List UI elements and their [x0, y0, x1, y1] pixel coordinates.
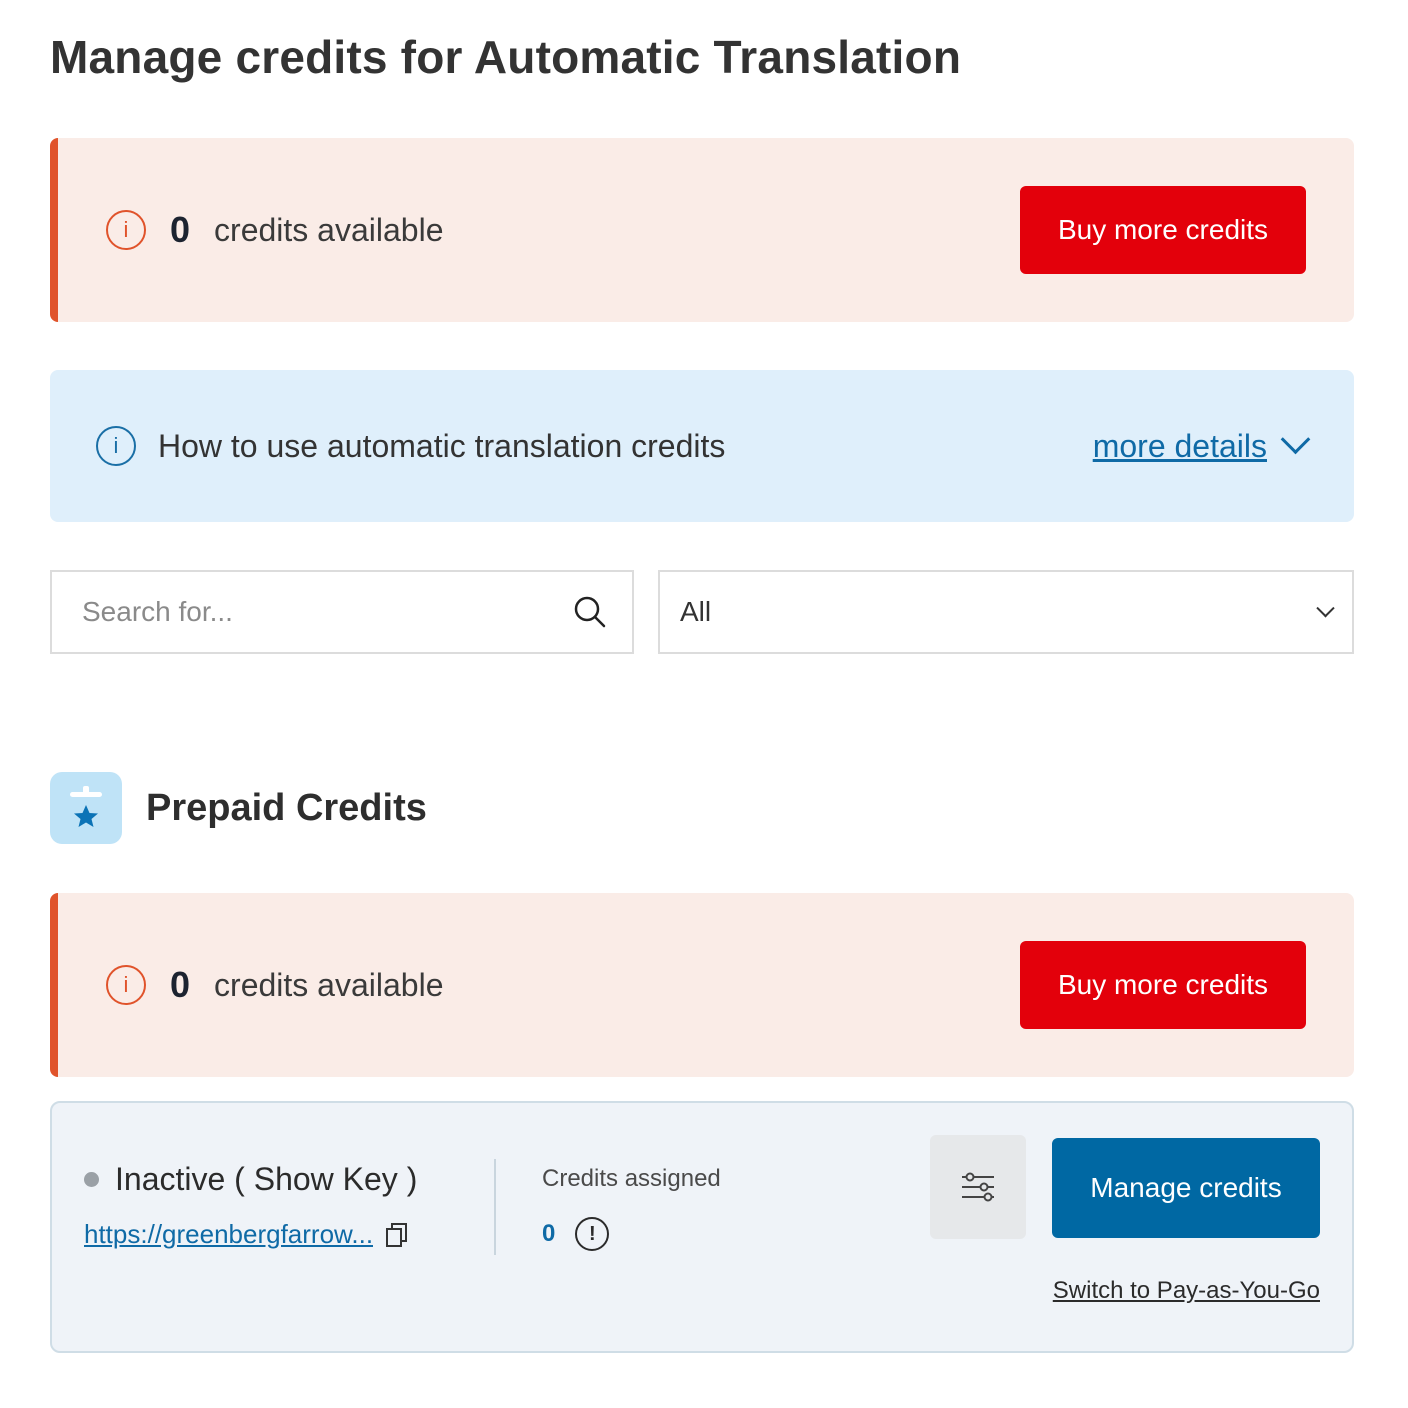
switch-to-payg-link[interactable]: Switch to Pay-as-You-Go — [1053, 1277, 1320, 1305]
more-details-link[interactable]: more details — [1093, 428, 1267, 465]
prepaid-section-header: Prepaid Credits — [50, 772, 427, 844]
settings-button[interactable] — [930, 1135, 1026, 1239]
copy-icon[interactable] — [385, 1222, 409, 1248]
status-row: Inactive ( Show Key ) — [84, 1161, 417, 1198]
credits-summary-notice: i 0 credits available Buy more credits — [50, 138, 1354, 322]
how-to-use-info: i How to use automatic translation credi… — [50, 370, 1354, 522]
site-link-row: https://greenbergfarrow... — [84, 1219, 409, 1250]
site-url-link[interactable]: https://greenbergfarrow... — [84, 1219, 373, 1250]
credits-assigned-row: 0 ! — [542, 1217, 610, 1251]
chevron-down-icon[interactable] — [1280, 424, 1311, 454]
search-input[interactable] — [52, 571, 570, 653]
credits-count: 0 — [170, 964, 191, 1005]
info-warning-icon: i — [106, 965, 146, 1005]
section-title: Prepaid Credits — [146, 786, 427, 829]
info-text: How to use automatic translation credits — [158, 427, 726, 464]
info-icon: i — [96, 426, 136, 466]
sliders-icon — [962, 1172, 994, 1202]
prepaid-star-icon — [50, 772, 122, 844]
alert-icon[interactable]: ! — [575, 1217, 610, 1251]
show-key-toggle[interactable]: Inactive ( Show Key ) — [115, 1161, 417, 1198]
credits-count: 0 — [170, 209, 191, 250]
manage-credits-button[interactable]: Manage credits — [1052, 1138, 1320, 1238]
chevron-down-icon — [1316, 598, 1335, 617]
divider — [494, 1159, 496, 1255]
page: Manage credits for Automatic Translation… — [0, 0, 1408, 1408]
site-key-card: Inactive ( Show Key ) https://greenbergf… — [50, 1101, 1354, 1353]
credits-assigned-label: Credits assigned — [542, 1165, 721, 1192]
info-warning-icon: i — [106, 210, 146, 250]
credits-assigned-value: 0 — [542, 1220, 556, 1247]
buy-more-credits-button[interactable]: Buy more credits — [1020, 186, 1306, 274]
prepaid-credits-notice: i 0 credits available Buy more credits — [50, 893, 1354, 1077]
filter-select[interactable]: All — [658, 570, 1354, 654]
buy-more-credits-button[interactable]: Buy more credits — [1020, 941, 1306, 1029]
search-icon[interactable] — [570, 592, 610, 632]
filter-select-value: All — [680, 596, 712, 627]
search-box — [50, 570, 634, 654]
credits-label: credits available — [214, 211, 444, 248]
credits-label: credits available — [214, 966, 444, 1003]
status-dot — [84, 1172, 99, 1187]
page-title: Manage credits for Automatic Translation — [50, 31, 962, 83]
